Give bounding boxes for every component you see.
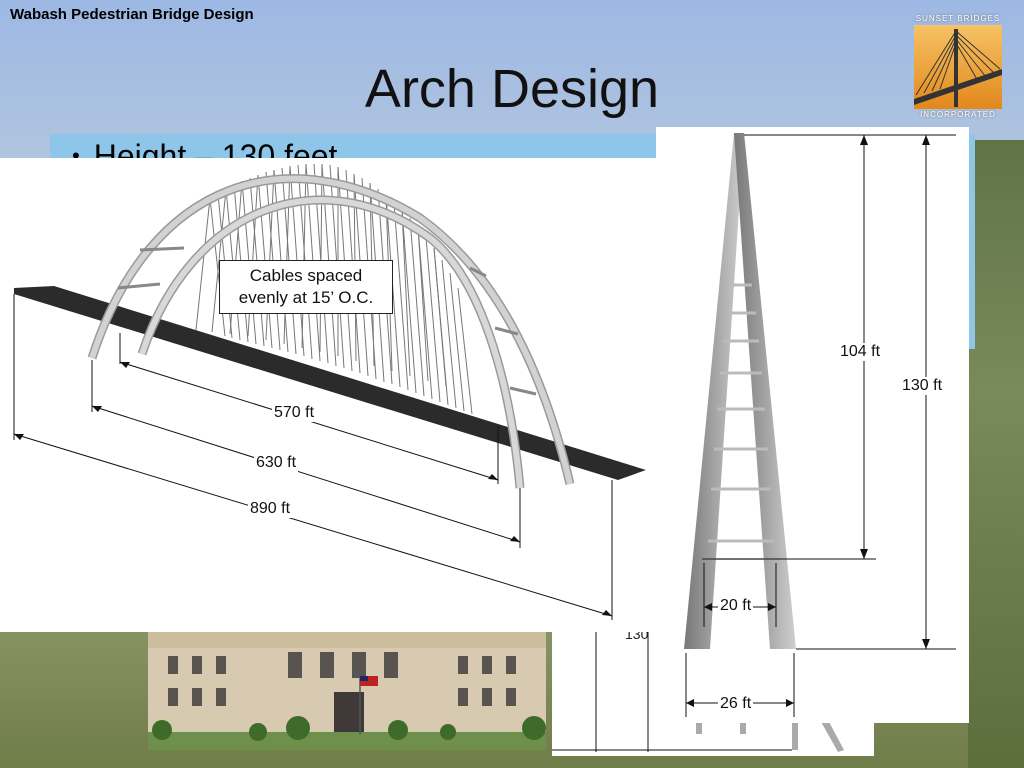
arch-perspective-drawing: Cables spaced evenly at 15’ O.C. 570 ft 6… <box>0 158 656 632</box>
arch-leg-right <box>734 133 796 649</box>
cable-spacing-callout: Cables spaced evenly at 15’ O.C. <box>219 260 393 314</box>
company-logo: SUNSET BRIDGES INCORPORATED <box>910 14 1006 122</box>
logo-bottom-text: INCORPORATED <box>920 110 996 119</box>
slide-title: Arch Design <box>364 59 660 119</box>
courthouse-photo <box>148 630 546 750</box>
dim-label-570: 570 ft <box>272 404 317 422</box>
dim-label-630: 630 ft <box>254 454 299 472</box>
arch-end-elevation-drawing: 104 ft 130 ft 20 ft 26 ft <box>656 127 969 723</box>
dim-label-20: 20 ft <box>718 597 754 615</box>
dim-label-130: 130 ft <box>900 377 945 395</box>
dim-label-26: 26 ft <box>718 695 754 713</box>
slide-header: Wabash Pedestrian Bridge Design <box>10 6 254 23</box>
dim-label-890: 890 ft <box>248 500 293 518</box>
cable-bridge-icon <box>914 25 1002 109</box>
logo-top-text: SUNSET BRIDGES <box>915 14 1001 23</box>
background-hillside <box>968 140 1024 768</box>
arch-leg-left <box>684 133 744 649</box>
dim-label-104: 104 ft <box>838 343 883 361</box>
